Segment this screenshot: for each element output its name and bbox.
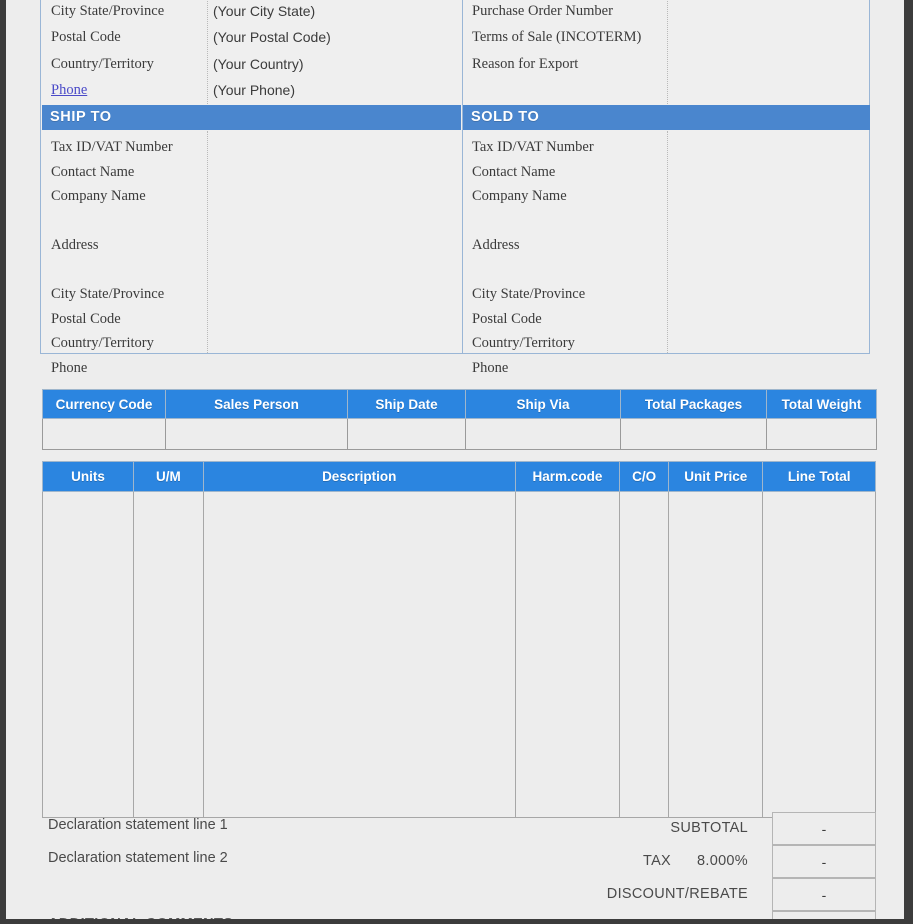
- items-header-co[interactable]: C/O: [619, 461, 670, 492]
- items-empty-body-row: [41, 491, 876, 818]
- subtotal-label: SUBTOTAL: [670, 820, 748, 836]
- items-header-harm-code[interactable]: Harm.code: [514, 461, 621, 492]
- shipper-label-postal: Postal Code: [51, 29, 121, 46]
- shipper-phone-link[interactable]: Phone: [51, 77, 87, 103]
- ship-to-header: SHIP TO: [42, 105, 461, 130]
- sold-to-dotted-divider: [667, 131, 668, 353]
- items-cell-line-total[interactable]: [762, 491, 876, 818]
- summary-header-total-weight[interactable]: Total Weight: [766, 389, 877, 419]
- shipper-value-country: (Your Country): [213, 55, 304, 72]
- order-detail-labels: Purchase Order Number Terms of Sale (INC…: [472, 0, 641, 77]
- summary-cell-total-packages[interactable]: [620, 418, 767, 450]
- sold-to-spacer-1: [472, 209, 594, 234]
- items-cell-units[interactable]: [41, 491, 135, 818]
- order-dotted-divider: [667, 0, 668, 104]
- ship-to-label-contact-name: Contact Name: [51, 163, 135, 180]
- ship-to-label-address: Address: [51, 237, 99, 253]
- tax-rate: 8.000%: [697, 853, 748, 869]
- header-detail-block: City State/Province Postal Code Country/…: [40, 0, 870, 376]
- items-cell-unit-price[interactable]: [668, 491, 764, 818]
- items-cell-description[interactable]: [202, 491, 516, 818]
- shipper-value-city: (Your City State): [213, 3, 316, 19]
- items-header-unit-price[interactable]: Unit Price: [668, 461, 764, 492]
- summary-header-currency-code[interactable]: Currency Code: [42, 389, 166, 419]
- invoice-footer: Declaration statement line 1 Declaration…: [42, 812, 876, 919]
- header-center-divider: [462, 0, 463, 353]
- order-label-po-number: Purchase Order Number: [472, 3, 613, 19]
- totals-row-discount: DISCOUNT/REBATE -: [462, 878, 876, 911]
- items-header-um[interactable]: U/M: [133, 461, 204, 492]
- ship-to-label-postal: Postal Code: [51, 310, 121, 327]
- shipper-value-phone: (Your Phone): [213, 81, 295, 98]
- sold-to-labels: Tax ID/VAT Number Contact Name Company N…: [472, 135, 594, 380]
- sold-to-label-tax-id: Tax ID/VAT Number: [472, 139, 594, 155]
- shipper-value-postal: (Your Postal Code): [213, 29, 331, 46]
- sold-to-header: SOLD TO: [463, 105, 870, 130]
- totals-row-tax: TAX 8.000% -: [462, 845, 876, 878]
- ship-to-label-tax-id: Tax ID/VAT Number: [51, 139, 173, 155]
- tax-label: TAX 8.000%: [462, 845, 760, 878]
- summary-cell-total-weight[interactable]: [766, 418, 877, 450]
- invoice-page: City State/Province Postal Code Country/…: [6, 0, 904, 919]
- sold-to-label-company-name: Company Name: [472, 188, 567, 204]
- line-items-table: Units U/M Description Harm.code C/O Unit…: [41, 461, 876, 818]
- shipper-dotted-divider: [207, 0, 208, 104]
- items-header-description[interactable]: Description: [202, 461, 516, 492]
- items-header-units[interactable]: Units: [41, 461, 135, 492]
- order-label-reason-for-export: Reason for Export: [472, 55, 579, 72]
- summary-cell-ship-date[interactable]: [347, 418, 466, 450]
- items-cell-harm-code[interactable]: [514, 491, 621, 818]
- shipper-label-city: City State/Province: [51, 3, 165, 19]
- sold-to-spacer-2: [472, 258, 594, 283]
- sold-to-title: SOLD TO: [471, 109, 540, 125]
- ship-to-dotted-divider: [207, 131, 208, 353]
- discount-rebate-label: DISCOUNT/REBATE: [606, 886, 748, 902]
- summary-header-ship-via[interactable]: Ship Via: [465, 389, 621, 419]
- declaration-line-2: Declaration statement line 2: [48, 850, 228, 866]
- summary-cell-currency-code[interactable]: [42, 418, 166, 450]
- items-header-row: Units U/M Description Harm.code C/O Unit…: [41, 461, 876, 492]
- shipper-values: (Your City State) (Your Postal Code) (Yo…: [213, 0, 331, 103]
- declaration-line-1: Declaration statement line 1: [48, 817, 228, 833]
- items-cell-co[interactable]: [619, 491, 670, 818]
- shipping-handling-label: SHIPPING & HANDLING: [462, 911, 760, 919]
- items-header-line-total[interactable]: Line Total: [762, 461, 876, 492]
- sold-to-label-contact-name: Contact Name: [472, 163, 556, 180]
- sold-to-label-country: Country/Territory: [472, 335, 575, 351]
- sold-to-label-postal: Postal Code: [472, 310, 542, 327]
- ship-to-spacer-1: [51, 209, 173, 234]
- summary-header-row: Currency Code Sales Person Ship Date Shi…: [42, 389, 877, 419]
- ship-to-label-phone: Phone: [51, 359, 88, 376]
- sold-to-label-address: Address: [472, 237, 520, 253]
- shipper-labels: City State/Province Postal Code Country/…: [51, 0, 164, 103]
- summary-header-ship-date[interactable]: Ship Date: [347, 389, 466, 419]
- tax-label-text: TAX: [642, 853, 672, 869]
- summary-header-sales-person[interactable]: Sales Person: [165, 389, 348, 419]
- shipper-label-country: Country/Territory: [51, 55, 154, 72]
- shipping-summary-table: Currency Code Sales Person Ship Date Shi…: [42, 389, 877, 450]
- ship-to-title: SHIP TO: [50, 109, 112, 125]
- ship-to-labels: Tax ID/VAT Number Contact Name Company N…: [51, 135, 173, 380]
- tax-value[interactable]: -: [772, 845, 876, 878]
- discount-rebate-value[interactable]: -: [772, 878, 876, 911]
- screenshot-frame: City State/Province Postal Code Country/…: [0, 0, 913, 924]
- sold-to-label-city: City State/Province: [472, 286, 586, 302]
- summary-header-total-packages[interactable]: Total Packages: [620, 389, 767, 419]
- sold-to-label-phone: Phone: [472, 359, 509, 376]
- shipping-handling-value[interactable]: [772, 911, 876, 919]
- subtotal-value[interactable]: -: [772, 812, 876, 845]
- totals-row-shipping: SHIPPING & HANDLING: [462, 911, 876, 919]
- summary-cell-ship-via[interactable]: [465, 418, 621, 450]
- items-cell-um[interactable]: [133, 491, 204, 818]
- summary-cell-sales-person[interactable]: [165, 418, 348, 450]
- ship-to-label-city: City State/Province: [51, 286, 165, 302]
- totals-row-subtotal: SUBTOTAL -: [462, 812, 876, 845]
- ship-to-spacer-2: [51, 258, 173, 283]
- order-label-terms-of-sale: Terms of Sale (INCOTERM): [472, 29, 642, 46]
- ship-to-label-company-name: Company Name: [51, 188, 146, 204]
- ship-to-label-country: Country/Territory: [51, 335, 154, 351]
- summary-value-row: [42, 418, 877, 450]
- additional-comments-label: ADDITIONAL COMMENTS: [48, 916, 233, 919]
